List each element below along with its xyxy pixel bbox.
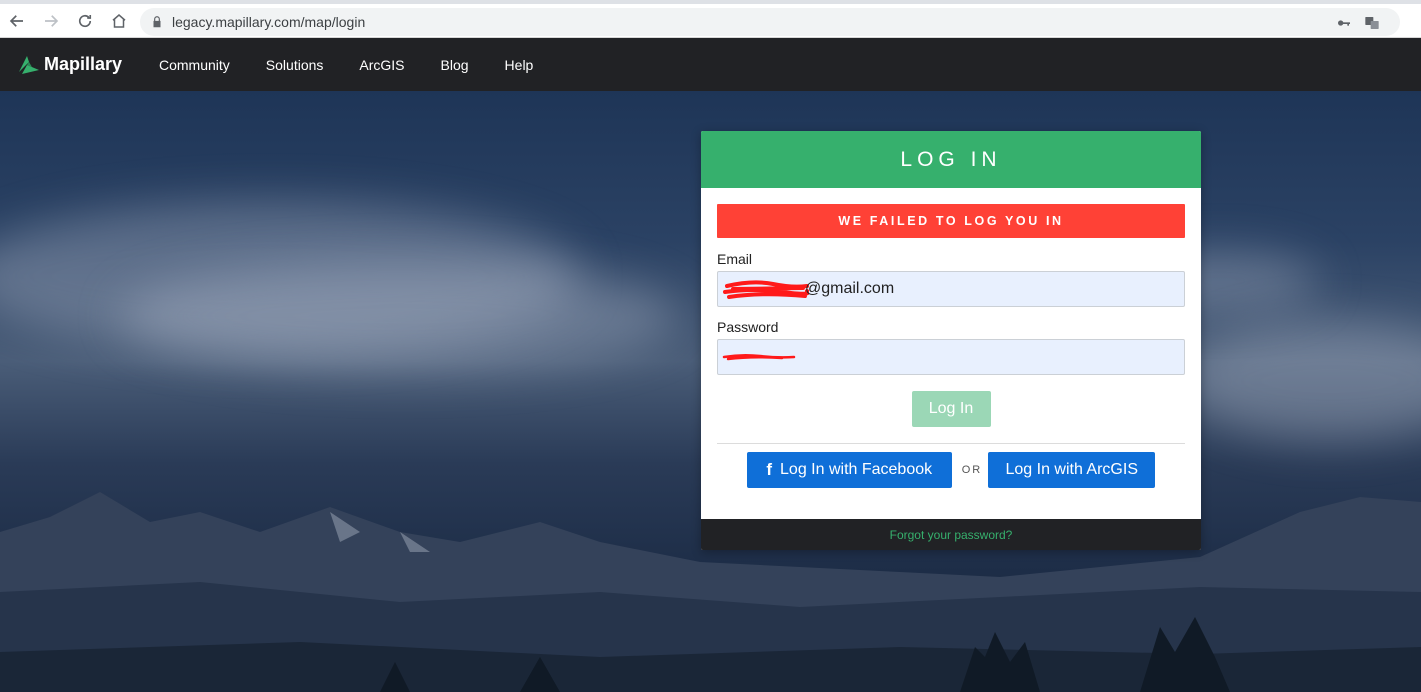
home-button[interactable] [102, 4, 136, 38]
facebook-login-button[interactable]: f Log In with Facebook [746, 452, 952, 488]
browser-toolbar: legacy.mapillary.com/map/login [0, 0, 1421, 38]
back-button[interactable] [0, 4, 34, 38]
nav-link-arcgis[interactable]: ArcGIS [341, 57, 422, 73]
translate-icon[interactable] [1364, 15, 1380, 31]
login-card-header: LOG IN [701, 131, 1201, 188]
reload-icon [78, 14, 92, 27]
brand-logo[interactable]: Mapillary [16, 52, 141, 78]
divider [717, 443, 1185, 444]
redaction-scribble [722, 353, 796, 361]
password-field[interactable] [717, 339, 1185, 375]
facebook-login-label: Log In with Facebook [780, 461, 933, 478]
error-banner: WE FAILED TO LOG YOU IN [717, 204, 1185, 238]
mapillary-logo-icon [19, 55, 39, 74]
arcgis-login-button[interactable]: Log In with ArcGIS [988, 452, 1156, 488]
forward-button[interactable] [34, 4, 68, 38]
login-card-footer: Forgot your password? [701, 519, 1201, 550]
url-text: legacy.mapillary.com/map/login [172, 14, 366, 30]
email-field[interactable]: @gmail.com [717, 271, 1185, 307]
arrow-left-icon [9, 14, 23, 27]
forgot-password-link[interactable]: Forgot your password? [890, 528, 1013, 542]
nav-link-solutions[interactable]: Solutions [248, 57, 342, 73]
email-label: Email [717, 251, 753, 267]
cloud [120, 261, 680, 371]
or-separator: OR [961, 464, 983, 476]
login-title: LOG IN [900, 147, 1002, 171]
nav-link-help[interactable]: Help [487, 57, 552, 73]
error-message: WE FAILED TO LOG YOU IN [838, 214, 1064, 228]
email-value: @gmail.com [805, 280, 895, 297]
login-card: LOG IN WE FAILED TO LOG YOU IN Email @gm… [701, 131, 1201, 550]
brand-name: Mapillary [44, 54, 123, 74]
password-label: Password [717, 319, 779, 335]
login-button[interactable]: Log In [911, 391, 991, 427]
arrow-right-icon [45, 14, 59, 27]
key-icon[interactable] [1336, 15, 1352, 31]
home-icon [112, 13, 126, 28]
facebook-icon: f [766, 460, 773, 479]
nav-link-blog[interactable]: Blog [423, 57, 487, 73]
reload-button[interactable] [68, 4, 102, 38]
redaction-scribble [723, 280, 809, 299]
nav-link-community[interactable]: Community [159, 57, 248, 73]
address-bar[interactable]: legacy.mapillary.com/map/login [140, 8, 1400, 36]
site-navbar: Mapillary Community Solutions ArcGIS Blo… [0, 38, 1421, 91]
lock-icon [153, 16, 161, 28]
